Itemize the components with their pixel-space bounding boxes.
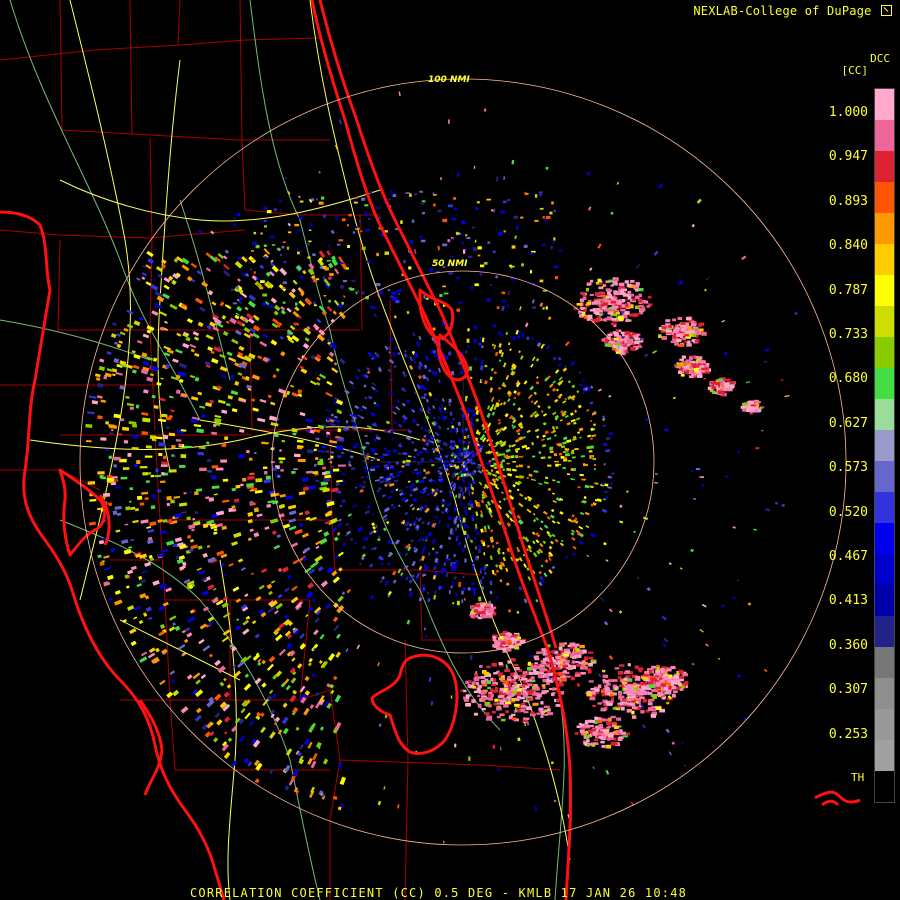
legend-color-band xyxy=(875,771,894,802)
legend-color-band xyxy=(875,368,894,399)
legend-color-band xyxy=(875,585,894,616)
legend-tick-label: 0.787 xyxy=(828,282,868,298)
legend-tick-label: 0.840 xyxy=(828,238,868,254)
legend-threshold-label: TH xyxy=(851,771,865,784)
range-ring-label-100: 100 NMI xyxy=(428,75,470,85)
product-footer-label: CORRELATION COEFFICIENT (CC) 0.5 DEG - K… xyxy=(190,886,688,900)
legend-color-band xyxy=(875,461,894,492)
legend-color-band xyxy=(875,709,894,740)
legend-color-band xyxy=(875,616,894,647)
legend-color-band xyxy=(875,430,894,461)
legend-color-band xyxy=(875,678,894,709)
legend-color-band xyxy=(875,740,894,771)
credit-label: NEXLAB-College of DuPage xyxy=(693,4,892,18)
legend-tick-label: 0.627 xyxy=(828,415,868,431)
legend-tick-label: 0.360 xyxy=(828,637,868,653)
legend-tick-label: 0.680 xyxy=(828,371,868,387)
radar-map: 100 NMI 50 NMI xyxy=(0,0,900,900)
legend-tick-label: 0.733 xyxy=(828,327,868,342)
legend-tick-label: 0.573 xyxy=(828,460,868,476)
legend-color-band xyxy=(875,120,894,151)
legend-color-band xyxy=(875,89,894,120)
legend-tick-label: 0.520 xyxy=(828,504,868,520)
legend-color-band xyxy=(875,213,894,244)
legend-tick-label: 0.947 xyxy=(828,149,868,165)
legend-color-band xyxy=(875,151,894,182)
legend-unit: [CC] xyxy=(841,64,869,77)
legend-color-bar xyxy=(874,88,895,803)
legend-product-code: DCC xyxy=(870,52,890,65)
corner-arrow-icon[interactable] xyxy=(881,5,892,16)
legend-color-band xyxy=(875,554,894,585)
legend-tick-label: 0.893 xyxy=(828,193,868,209)
legend-color-band xyxy=(875,523,894,554)
legend-tick-label: 0.253 xyxy=(828,726,868,742)
range-ring-label-50: 50 NMI xyxy=(432,259,468,269)
legend-tick-label: 1.000 xyxy=(828,105,868,120)
legend-tick-label: 0.413 xyxy=(828,593,868,609)
legend-tick-label: 0.467 xyxy=(828,549,868,564)
legend-color-band xyxy=(875,492,894,523)
legend-color-band xyxy=(875,244,894,275)
legend-color-band xyxy=(875,306,894,337)
legend-color-band xyxy=(875,647,894,678)
legend-color-band xyxy=(875,337,894,368)
legend-color-band xyxy=(875,399,894,430)
credit-text: NEXLAB-College of DuPage xyxy=(693,4,872,18)
legend-tick-label: 0.307 xyxy=(828,682,868,698)
legend-color-band xyxy=(875,275,894,306)
legend-color-band xyxy=(875,182,894,213)
map-background xyxy=(0,0,900,900)
